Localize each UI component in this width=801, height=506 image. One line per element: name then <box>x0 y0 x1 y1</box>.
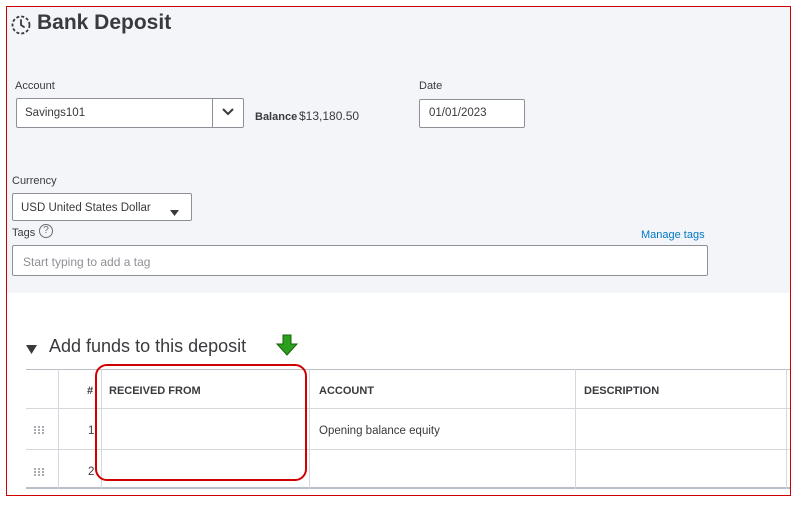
column-header-description[interactable]: DESCRIPTION <box>584 385 659 397</box>
column-divider <box>58 369 59 489</box>
row-number: 1 <box>88 425 95 437</box>
currency-select[interactable]: USD United States Dollar <box>12 193 192 221</box>
account-label: Account <box>15 80 55 92</box>
currency-value: USD United States Dollar <box>21 202 151 214</box>
annotation-highlight-box <box>95 364 307 481</box>
drag-handle-icon[interactable] <box>33 425 45 435</box>
account-cell[interactable]: Opening balance equity <box>319 425 440 437</box>
history-icon[interactable] <box>9 13 33 37</box>
chevron-down-icon[interactable] <box>212 99 243 127</box>
date-input[interactable]: 01/01/2023 <box>419 99 525 128</box>
date-label: Date <box>419 80 443 92</box>
account-value: Savings101 <box>25 107 86 119</box>
balance-label: Balance <box>255 111 298 123</box>
column-divider <box>575 369 576 489</box>
column-header-account[interactable]: ACCOUNT <box>319 385 374 397</box>
drag-handle-icon[interactable] <box>33 467 45 477</box>
help-icon[interactable]: ? <box>39 224 53 238</box>
page-title: Bank Deposit <box>37 11 172 34</box>
manage-tags-link[interactable]: Manage tags <box>641 229 705 241</box>
table-bottom-border <box>26 487 790 489</box>
green-arrow-down-icon <box>275 334 299 361</box>
tags-label: Tags <box>12 227 36 239</box>
column-divider <box>309 369 310 489</box>
caret-down-icon <box>170 203 179 221</box>
section-title[interactable]: Add funds to this deposit <box>49 336 246 357</box>
column-divider <box>786 369 787 489</box>
currency-label: Currency <box>12 175 57 187</box>
tags-input[interactable]: Start typing to add a tag <box>12 245 708 276</box>
triangle-down-icon[interactable] <box>26 341 37 359</box>
balance-value: $13,180.50 <box>299 109 360 123</box>
row-number: 2 <box>88 466 95 478</box>
account-select[interactable]: Savings101 <box>16 98 244 128</box>
column-header-number: # <box>87 385 94 397</box>
